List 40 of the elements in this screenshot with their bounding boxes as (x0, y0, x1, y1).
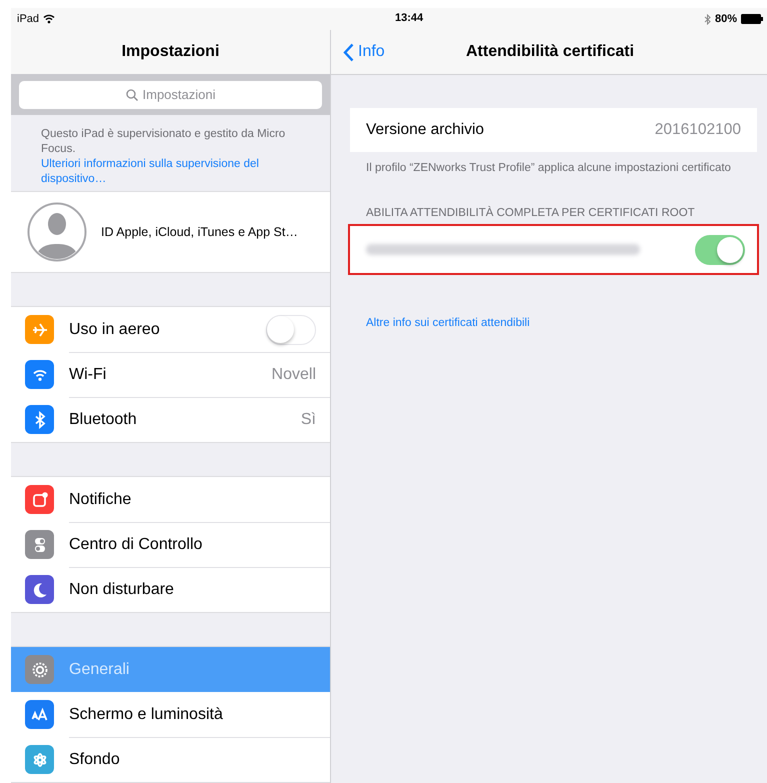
avatar-icon (27, 202, 87, 262)
row-label: Versione archivio (366, 121, 484, 139)
row-value: 2016102100 (654, 121, 741, 139)
search-placeholder: Impostazioni (142, 87, 216, 102)
row-label: Bluetooth (69, 410, 137, 428)
supervision-note: Questo iPad è supervisionato e gestito da Micro Focus. (41, 127, 286, 158)
wifi-icon (43, 14, 56, 24)
settings-row[interactable]: Schermo e luminosità (11, 692, 330, 737)
row-label: Sfondo (69, 750, 120, 768)
profile-note: Il profilo “ZENworks Trust Profile” applica alcune impostazioni certificato (365, 161, 732, 176)
pane-title: Impostazioni (122, 42, 220, 61)
search-icon (126, 88, 138, 101)
settings-row[interactable]: Sfondo (11, 737, 330, 782)
settings-row[interactable]: Wi-Fi Novell (11, 352, 330, 397)
toggle-switch[interactable] (695, 234, 745, 264)
row-label: Non disturbare (69, 580, 174, 598)
toggle-switch[interactable] (266, 314, 316, 344)
battery-percentage: 80% (714, 13, 737, 25)
bluetooth-icon (704, 14, 711, 24)
row-label: Uso in aereo (69, 320, 160, 338)
row-label: Schermo e luminosità (69, 706, 223, 724)
settings-row[interactable]: Notifiche (11, 477, 330, 522)
back-button[interactable]: Info (331, 42, 385, 62)
section-header: ABILITA ATTENDIBILITÀ COMPLETA PER CERTIFICATI ROOT (365, 205, 696, 221)
row-label: Notifiche (69, 490, 132, 508)
row-value: Novell (272, 366, 316, 384)
settings-row[interactable]: Uso in aereo (11, 307, 330, 352)
chevron-left-icon (343, 42, 354, 62)
settings-row[interactable]: Bluetooth Sì (11, 397, 330, 442)
settings-row[interactable]: Non disturbare (11, 567, 330, 612)
device-name: iPad (17, 13, 40, 25)
clock: 13:44 (395, 12, 424, 24)
settings-row[interactable]: Centro di Controllo (11, 522, 330, 567)
row-value: Sì (300, 410, 316, 428)
row-label: Wi-Fi (69, 366, 106, 384)
row-label: Centro di Controllo (69, 536, 202, 554)
page-title: Attendibilità certificati (466, 43, 634, 61)
account-row[interactable]: ID Apple, iCloud, iTunes e App St… (11, 191, 330, 273)
battery-icon (741, 14, 763, 24)
row-label: Generali (69, 660, 130, 678)
